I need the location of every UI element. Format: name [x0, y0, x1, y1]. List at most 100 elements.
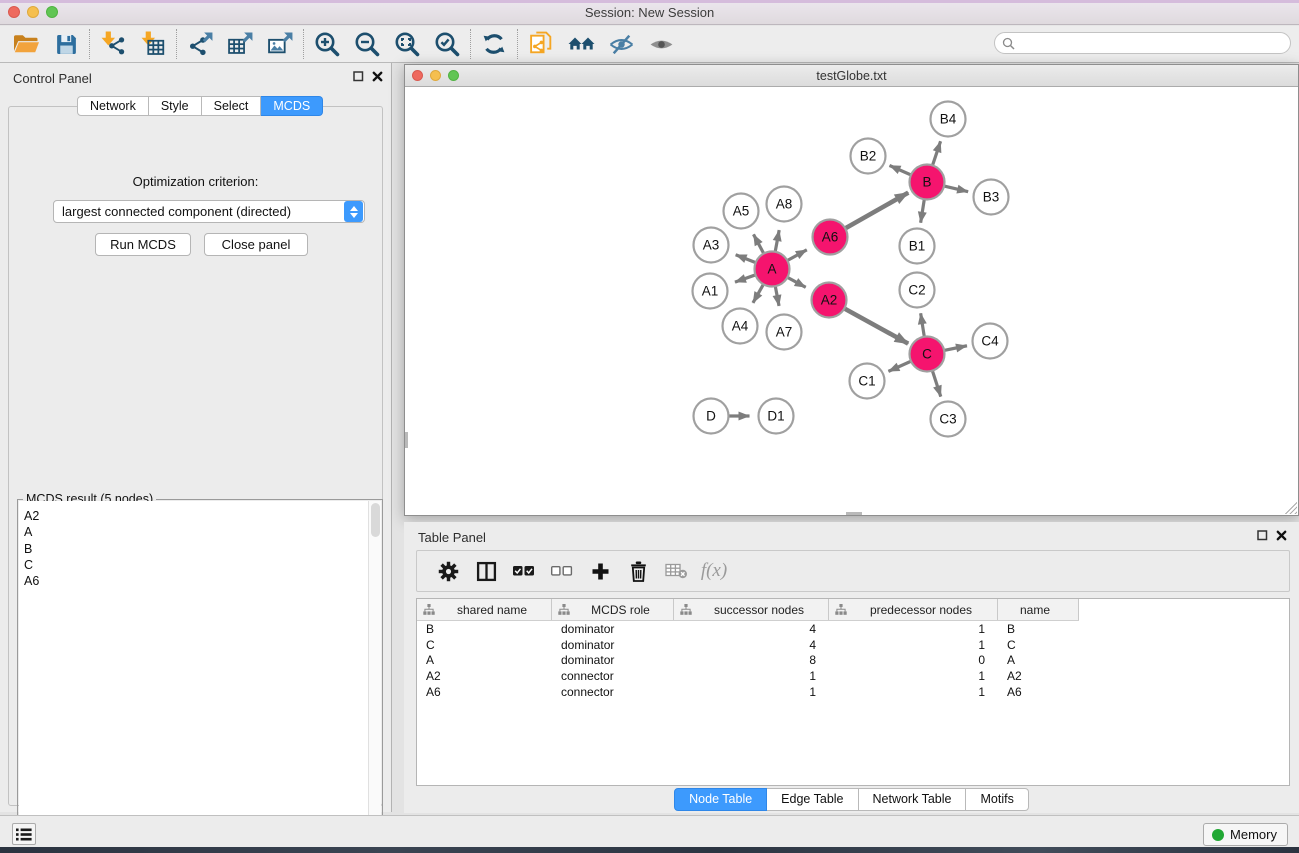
cell-predecessor-nodes[interactable]: 1: [829, 669, 998, 683]
task-history-button[interactable]: [12, 823, 36, 845]
import-network-button[interactable]: [93, 28, 133, 60]
delete-row-button[interactable]: [619, 554, 657, 588]
node-B4[interactable]: B4: [931, 102, 966, 137]
run-mcds-button[interactable]: Run MCDS: [95, 233, 191, 256]
table-row[interactable]: A6connector11A6: [417, 684, 1289, 700]
node-B2[interactable]: B2: [851, 139, 886, 174]
node-A[interactable]: A: [755, 252, 790, 287]
cell-name[interactable]: A: [998, 653, 1079, 667]
edge-C-C4[interactable]: [942, 346, 967, 351]
zoom-fit-button[interactable]: [387, 28, 427, 60]
edge-B-B3[interactable]: [942, 186, 968, 192]
node-C2[interactable]: C2: [900, 273, 935, 308]
window-resize-grip[interactable]: [1285, 502, 1297, 514]
cell-shared-name[interactable]: A2: [417, 669, 552, 683]
edge-C-C1[interactable]: [888, 360, 912, 371]
optimization-criterion-dropdown[interactable]: largest connected component (directed): [53, 200, 365, 223]
search-field[interactable]: [994, 32, 1291, 54]
edge-A2-C[interactable]: [843, 307, 909, 343]
edge-C-C3[interactable]: [932, 369, 941, 397]
cell-successor-nodes[interactable]: 4: [674, 638, 829, 652]
gear-button[interactable]: [429, 554, 467, 588]
open-file-button[interactable]: [6, 28, 46, 60]
tab-network[interactable]: Network: [77, 96, 149, 116]
search-input[interactable]: [1015, 34, 1290, 52]
tab-select[interactable]: Select: [202, 96, 262, 116]
cell-name[interactable]: B: [998, 622, 1079, 636]
cell-predecessor-nodes[interactable]: 1: [829, 685, 998, 699]
save-session-button[interactable]: [46, 28, 86, 60]
edge-B-B4[interactable]: [932, 141, 941, 167]
mcds-result-item[interactable]: A: [24, 524, 368, 540]
network-graph[interactable]: B4B2BB3A8A5A6A3B1AC2A1A2A4A7C4CC1DD1C3: [405, 87, 1298, 515]
node-D1[interactable]: D1: [759, 399, 794, 434]
cell-name[interactable]: A2: [998, 669, 1079, 683]
cell-successor-nodes[interactable]: 8: [674, 653, 829, 667]
cell-MCDS-role[interactable]: dominator: [552, 638, 674, 652]
edge-A6-B[interactable]: [843, 193, 908, 230]
column-header-name[interactable]: name: [998, 599, 1079, 620]
show-all-networks-button[interactable]: [561, 28, 601, 60]
edge-A-A1[interactable]: [735, 274, 757, 282]
export-image-button[interactable]: [260, 28, 300, 60]
edge-B-B1[interactable]: [921, 197, 925, 222]
import-table-button[interactable]: [133, 28, 173, 60]
select-all-button[interactable]: [505, 554, 543, 588]
zoom-in-button[interactable]: [307, 28, 347, 60]
dropdown-stepper-icon[interactable]: [344, 201, 363, 222]
node-A2[interactable]: A2: [812, 283, 847, 318]
export-network-button[interactable]: [180, 28, 220, 60]
table-row[interactable]: Cdominator41C: [417, 637, 1289, 653]
close-panel-icon[interactable]: [1276, 530, 1287, 541]
node-B[interactable]: B: [910, 165, 945, 200]
cell-shared-name[interactable]: C: [417, 638, 552, 652]
cell-MCDS-role[interactable]: dominator: [552, 653, 674, 667]
mcds-result-item[interactable]: B: [24, 541, 368, 557]
network-vertical-scroll-indicator[interactable]: [405, 432, 408, 448]
node-B3[interactable]: B3: [974, 180, 1009, 215]
cell-MCDS-role[interactable]: connector: [552, 685, 674, 699]
cell-name[interactable]: C: [998, 638, 1079, 652]
cell-name[interactable]: A6: [998, 685, 1079, 699]
network-from-selection-button[interactable]: [521, 28, 561, 60]
node-A5[interactable]: A5: [724, 194, 759, 229]
cell-MCDS-role[interactable]: dominator: [552, 622, 674, 636]
node-A6[interactable]: A6: [813, 220, 848, 255]
close-panel-icon[interactable]: [372, 71, 383, 82]
export-table-button[interactable]: [220, 28, 260, 60]
zoom-out-button[interactable]: [347, 28, 387, 60]
mcds-result-item[interactable]: C: [24, 557, 368, 573]
node-A1[interactable]: A1: [693, 274, 728, 309]
node-A4[interactable]: A4: [723, 309, 758, 344]
cell-successor-nodes[interactable]: 1: [674, 685, 829, 699]
node-C1[interactable]: C1: [850, 364, 885, 399]
cell-shared-name[interactable]: A6: [417, 685, 552, 699]
node-C[interactable]: C: [910, 337, 945, 372]
edge-A-A7[interactable]: [775, 284, 779, 306]
node-A3[interactable]: A3: [694, 228, 729, 263]
cell-MCDS-role[interactable]: connector: [552, 669, 674, 683]
node-A8[interactable]: A8: [767, 187, 802, 222]
columns-button[interactable]: [467, 554, 505, 588]
cell-successor-nodes[interactable]: 1: [674, 669, 829, 683]
edge-A-A8[interactable]: [775, 230, 779, 254]
memory-button[interactable]: Memory: [1203, 823, 1288, 846]
cell-predecessor-nodes[interactable]: 0: [829, 653, 998, 667]
cell-shared-name[interactable]: B: [417, 622, 552, 636]
edge-A-A6[interactable]: [786, 250, 807, 262]
result-scrollbar-thumb[interactable]: [371, 503, 380, 537]
node-B1[interactable]: B1: [900, 229, 935, 264]
add-row-button[interactable]: [581, 554, 619, 588]
edge-A-A4[interactable]: [753, 283, 764, 303]
edge-B-B2[interactable]: [890, 165, 913, 175]
hide-selected-button[interactable]: [601, 28, 641, 60]
deselect-all-button[interactable]: [543, 554, 581, 588]
cell-successor-nodes[interactable]: 4: [674, 622, 829, 636]
column-header-shared-name[interactable]: shared name: [417, 599, 552, 620]
float-panel-icon[interactable]: [1257, 530, 1268, 541]
node-D[interactable]: D: [694, 399, 729, 434]
tab-mcds[interactable]: MCDS: [261, 96, 323, 116]
result-scrollbar[interactable]: [368, 501, 381, 842]
column-header-successor-nodes[interactable]: successor nodes: [674, 599, 829, 620]
table-row[interactable]: A2connector11A2: [417, 668, 1289, 684]
